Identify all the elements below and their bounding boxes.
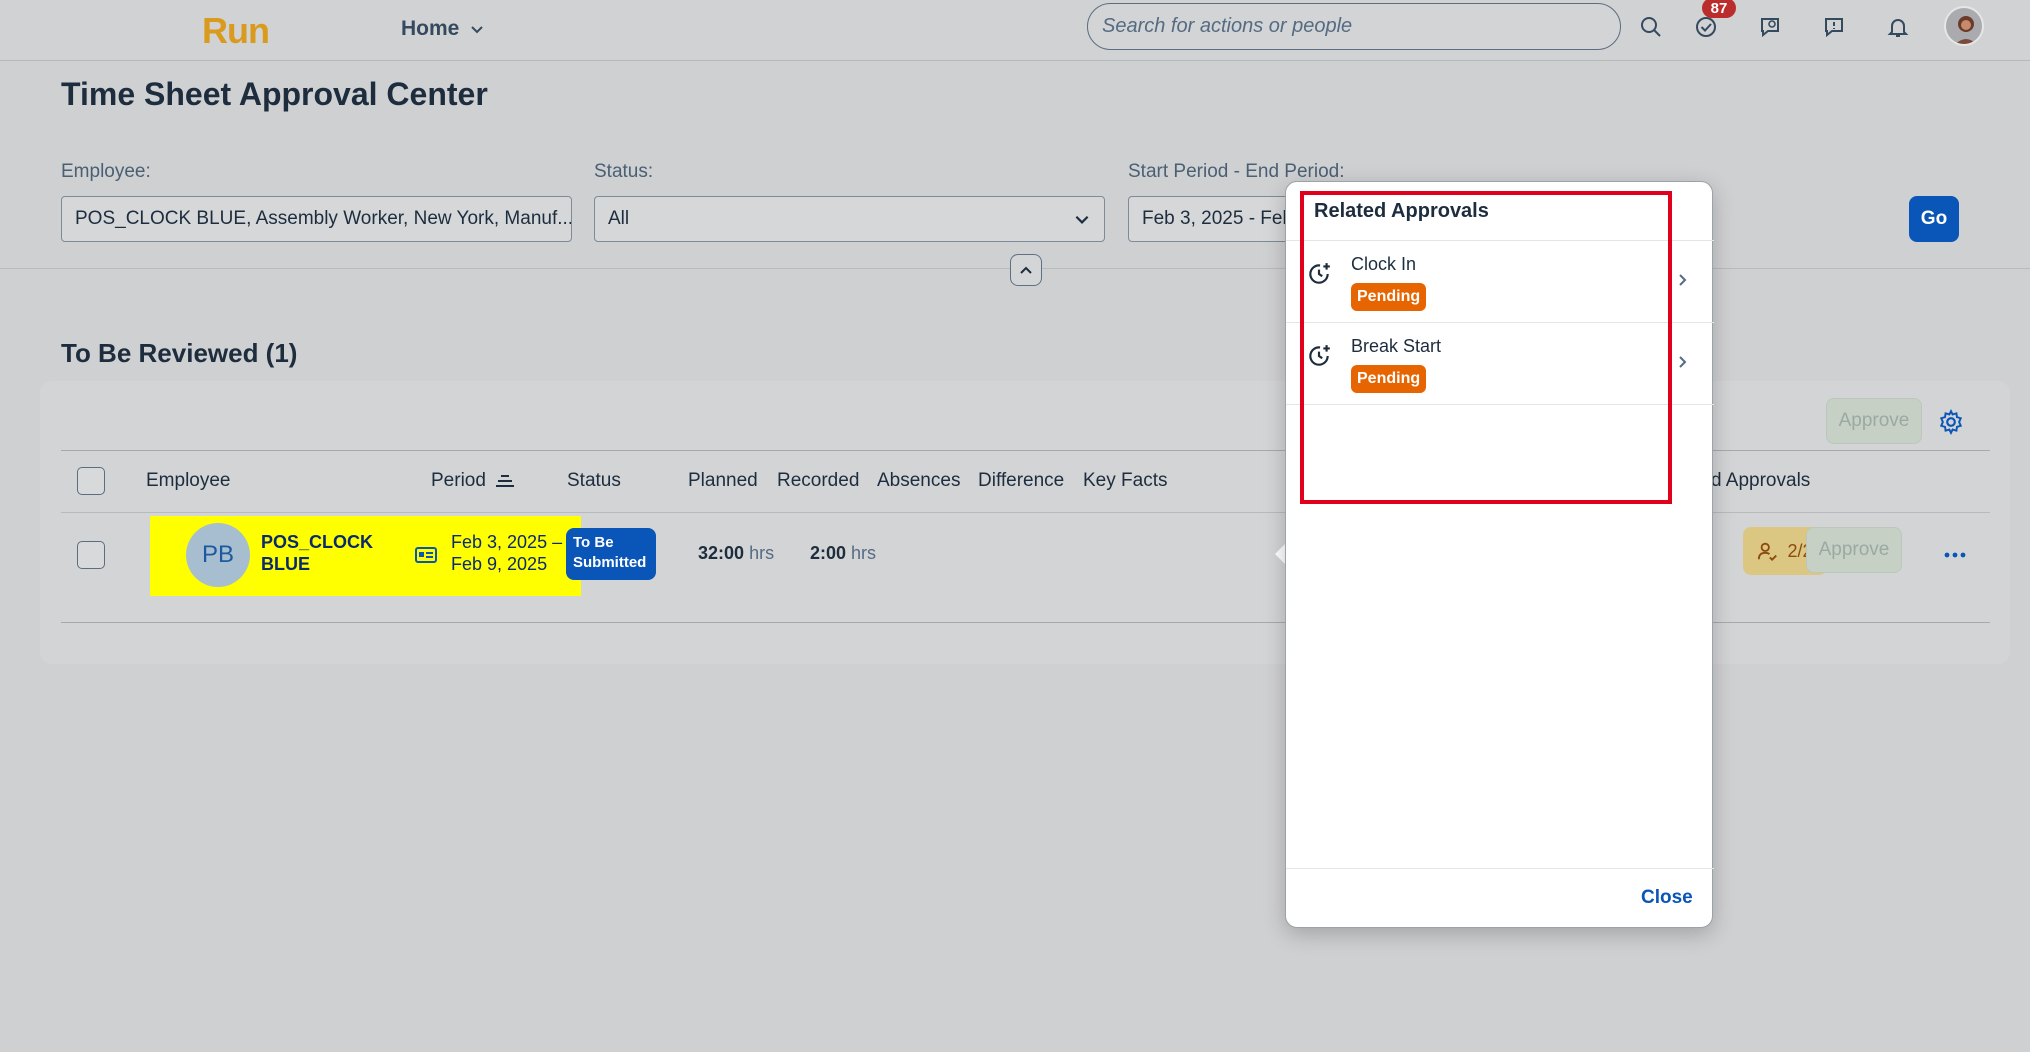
column-header-related-approvals[interactable]: d Approvals — [1711, 470, 1810, 492]
employee-filter-input[interactable]: POS_CLOCK BLUE, Assembly Worker, New Yor… — [61, 196, 572, 242]
home-menu-label: Home — [401, 17, 460, 40]
feedback-icon[interactable] — [1819, 12, 1849, 42]
timesheet-table: Approve Employee Period Status Planned R… — [40, 381, 2010, 664]
select-all-checkbox[interactable] — [77, 467, 105, 495]
column-header-planned[interactable]: Planned — [688, 470, 758, 492]
user-photo-icon — [1955, 16, 1977, 44]
column-header-period-label: Period — [431, 470, 486, 491]
period-start: Feb 3, 2025 – — [451, 532, 563, 552]
page-title: Time Sheet Approval Center — [61, 76, 488, 112]
status-filter-label: Status: — [594, 161, 654, 182]
period-end: Feb 9, 2025 — [451, 554, 548, 574]
gear-icon[interactable] — [1938, 409, 1964, 435]
recorded-hours: 2:00 hrs — [810, 543, 876, 564]
period-cell: Feb 3, 2025 – Feb 9, 2025 — [451, 531, 562, 575]
employee-name-link[interactable]: POS_CLOCK BLUE — [261, 531, 391, 575]
list-item-label: Break Start — [1351, 336, 1442, 356]
column-header-key-facts[interactable]: Key Facts — [1083, 470, 1167, 492]
bell-icon[interactable] — [1883, 12, 1913, 42]
chevron-down-icon — [471, 26, 484, 34]
column-header-absences[interactable]: Absences — [877, 470, 960, 492]
popover-footer-divider — [1286, 868, 1714, 869]
employee-card-icon[interactable] — [414, 543, 438, 567]
column-header-status[interactable]: Status — [567, 470, 621, 492]
status-filter-value: All — [608, 208, 630, 229]
list-item[interactable]: Clock In Pending — [1286, 241, 1714, 323]
status-badge: To Be Submitted — [566, 528, 656, 580]
chevron-right-icon — [1679, 356, 1687, 368]
planned-hours: 32:00 hrs — [698, 543, 774, 564]
chevron-up-icon — [1020, 266, 1032, 274]
column-header-employee[interactable]: Employee — [146, 470, 231, 492]
joule-assistant-icon[interactable] — [1755, 12, 1785, 42]
column-header-recorded[interactable]: Recorded — [777, 470, 859, 492]
pending-status-badge: Pending — [1351, 283, 1427, 311]
row-checkbox[interactable] — [77, 541, 105, 569]
employee-filter-value: POS_CLOCK BLUE, Assembly Worker, New Yor… — [75, 208, 572, 229]
list-item-label: Clock In — [1351, 254, 1417, 274]
section-title: To Be Reviewed (1) — [61, 338, 298, 368]
go-button[interactable]: Go — [1909, 196, 1959, 242]
employee-filter-label: Employee: — [61, 161, 151, 182]
recorded-value: 2:00 — [810, 543, 847, 563]
filter-bar: Employee: POS_CLOCK BLUE, Assembly Worke… — [0, 130, 2030, 286]
clock-add-icon — [1309, 263, 1330, 284]
bulk-approve-button[interactable]: Approve — [1826, 398, 1922, 444]
search-field[interactable] — [1087, 3, 1621, 50]
popover-title: Related Approvals — [1314, 200, 1489, 222]
app-logo[interactable]: Run — [202, 10, 270, 52]
planned-value: 32:00 — [698, 543, 745, 563]
related-approvals-popover: Related Approvals Clock In Pending Break… — [1285, 181, 1714, 928]
recorded-unit: hrs — [851, 543, 877, 563]
list-item[interactable]: Break Start Pending — [1286, 323, 1714, 405]
period-filter-label: Start Period - End Period: — [1128, 161, 1345, 182]
search-icon[interactable] — [1636, 12, 1666, 42]
shell-bar: Run Home 87 — [0, 0, 2030, 61]
column-header-period[interactable]: Period — [431, 470, 514, 492]
status-filter-select[interactable]: All — [594, 196, 1105, 242]
notification-count-badge: 87 — [1702, 0, 1736, 18]
user-approval-icon — [1758, 542, 1778, 562]
employee-avatar: PB — [186, 523, 250, 587]
user-avatar[interactable] — [1944, 6, 1984, 46]
row-approve-button[interactable]: Approve — [1806, 527, 1902, 573]
planned-unit: hrs — [749, 543, 775, 563]
chevron-down-icon — [1075, 215, 1089, 224]
sort-icon — [495, 475, 514, 487]
column-header-difference[interactable]: Difference — [978, 470, 1064, 492]
period-filter-value: Feb 3, 2025 - Feb — [1142, 208, 1294, 229]
chevron-right-icon — [1679, 274, 1687, 286]
more-options-icon[interactable] — [1943, 543, 1967, 567]
search-input[interactable] — [1102, 15, 1606, 38]
collapse-header-button[interactable] — [1010, 254, 1042, 286]
home-menu-button[interactable]: Home — [401, 14, 485, 44]
close-button[interactable]: Close — [1641, 887, 1693, 909]
pending-status-badge: Pending — [1351, 365, 1427, 393]
clock-add-icon — [1309, 345, 1330, 366]
